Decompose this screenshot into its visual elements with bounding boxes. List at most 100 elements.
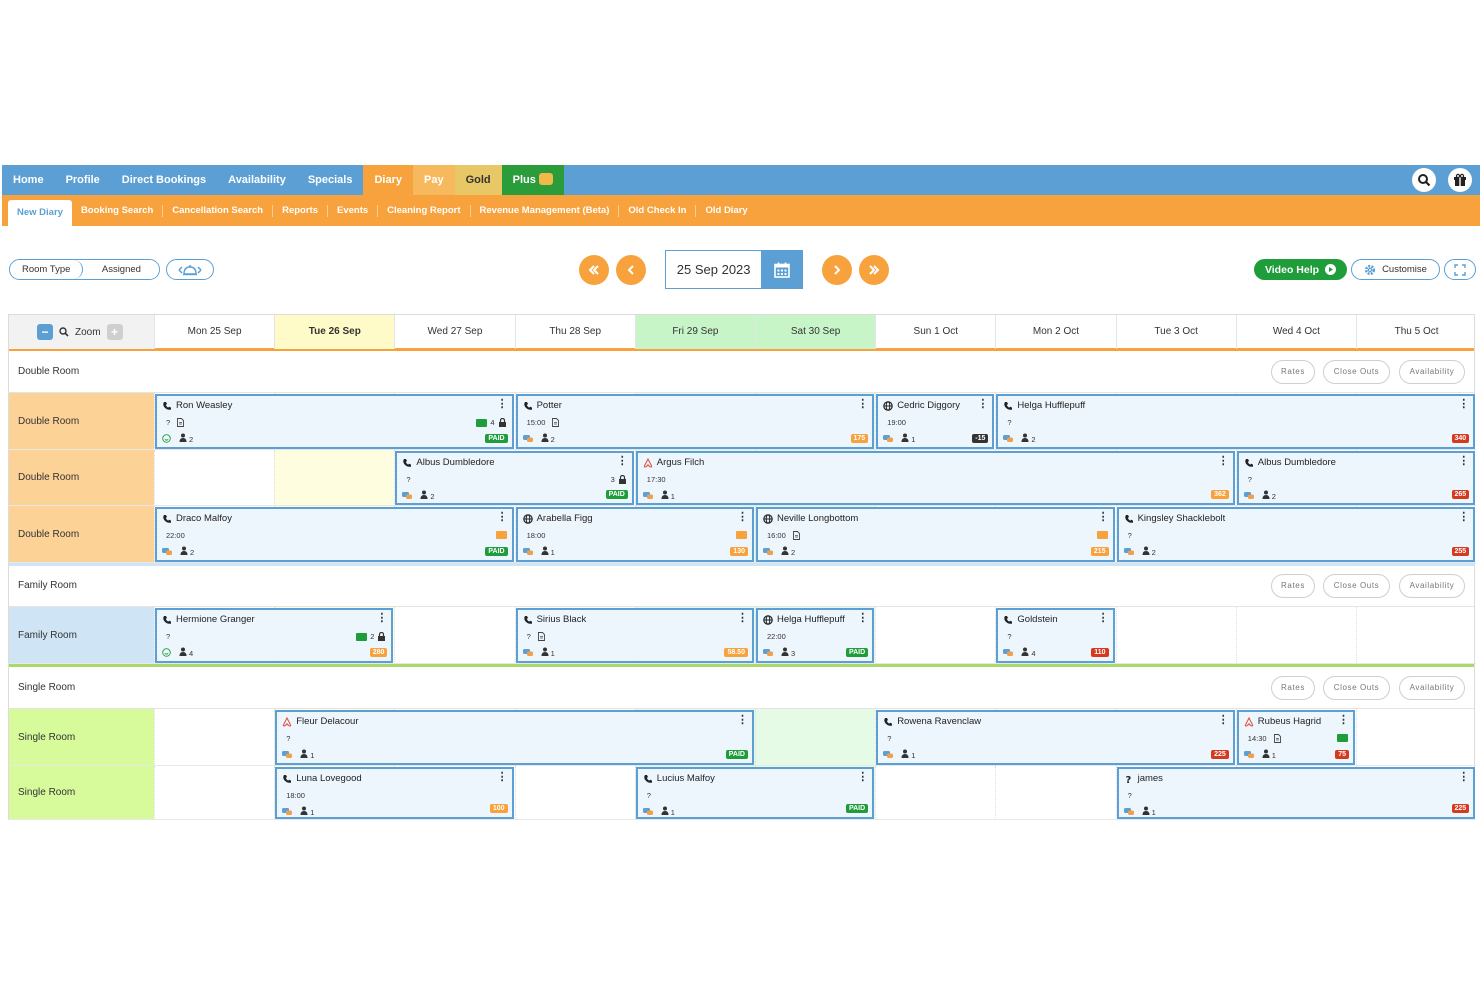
empty-day-cell[interactable] [154, 709, 275, 766]
booking-card[interactable]: Albus Dumbledore ⋮? 2 265 [1236, 451, 1476, 505]
empty-day-cell[interactable] [1356, 607, 1477, 664]
booking-card[interactable]: Potter ⋮ 15:00 2 175 [515, 394, 875, 449]
next-week-button[interactable] [859, 255, 889, 285]
prev-week-button[interactable] [579, 255, 609, 285]
empty-day-cell[interactable] [875, 766, 996, 820]
rates-button[interactable]: Rates [1271, 676, 1315, 700]
booking-menu-button[interactable]: ⋮ [857, 772, 868, 783]
gift-button[interactable] [1448, 168, 1472, 192]
booking-menu-button[interactable]: ⋮ [737, 715, 748, 726]
nav-specials[interactable]: Specials [297, 165, 364, 195]
assigned-toggle[interactable]: Assigned [83, 260, 160, 279]
booking-card[interactable]: Fleur Delacour ⋮? 1 PAID [275, 710, 754, 765]
nav-diary[interactable]: Diary [363, 165, 413, 195]
rates-button[interactable]: Rates [1271, 360, 1315, 384]
zoom-out-button[interactable]: − [37, 324, 53, 340]
booking-card[interactable]: Sirius Black ⋮? 1 58.50 [515, 608, 754, 663]
video-help-button[interactable]: Video Help [1254, 259, 1347, 280]
customise-button[interactable]: Customise [1351, 259, 1440, 280]
housekeeping-button[interactable] [166, 259, 214, 280]
close-outs-button[interactable]: Close Outs [1323, 360, 1390, 384]
booking-card[interactable]: Goldstein ⋮? 4 110 [996, 608, 1115, 663]
booking-card[interactable]: Albus Dumbledore ⋮? 2 3 PAID [395, 451, 634, 505]
booking-menu-button[interactable]: ⋮ [497, 512, 508, 523]
booking-card[interactable]: Helga Hufflepuff ⋮? 2 340 [996, 394, 1476, 449]
booking-card[interactable]: Kingsley Shacklebolt ⋮? 2 255 [1116, 507, 1476, 562]
nav-pay[interactable]: Pay [413, 165, 455, 195]
nav-home[interactable]: Home [2, 165, 55, 195]
booking-menu-button[interactable]: ⋮ [1338, 715, 1349, 726]
zoom-in-button[interactable]: + [106, 324, 123, 340]
calendar-button[interactable] [761, 251, 802, 288]
booking-card[interactable]: Hermione Granger ⋮? 4 2 280 [155, 608, 394, 663]
booking-card[interactable]: ? james ⋮? 1 225 [1116, 767, 1476, 819]
empty-day-cell[interactable] [1356, 709, 1477, 766]
empty-day-cell[interactable] [514, 766, 635, 820]
empty-day-cell[interactable] [995, 766, 1116, 820]
fullscreen-button[interactable] [1444, 259, 1476, 280]
empty-day-cell[interactable] [154, 766, 275, 820]
prev-day-button[interactable] [616, 255, 646, 285]
booking-menu-button[interactable]: ⋮ [1098, 512, 1109, 523]
booking-menu-button[interactable]: ⋮ [1458, 772, 1469, 783]
subnav-old-check-in[interactable]: Old Check In [618, 204, 695, 217]
empty-day-cell[interactable] [274, 450, 395, 506]
nav-plus[interactable]: Plus [501, 165, 564, 195]
booking-card[interactable]: Draco Malfoy ⋮ 22:00 2 PAID [155, 507, 514, 562]
booking-card[interactable]: Argus Filch ⋮ 17:30 1 362 [635, 451, 1235, 505]
close-outs-button[interactable]: Close Outs [1323, 676, 1390, 700]
booking-menu-button[interactable]: ⋮ [857, 399, 868, 410]
booking-menu-button[interactable]: ⋮ [497, 772, 508, 783]
subnav-cleaning-report[interactable]: Cleaning Report [377, 204, 469, 217]
booking-card[interactable]: Arabella Figg ⋮ 18:00 1 130 [515, 507, 754, 562]
subnav-old-diary[interactable]: Old Diary [695, 204, 756, 217]
booking-menu-button[interactable]: ⋮ [1218, 715, 1229, 726]
booking-menu-button[interactable]: ⋮ [1458, 456, 1469, 467]
subnav-events[interactable]: Events [326, 204, 377, 217]
rates-button[interactable]: Rates [1271, 574, 1315, 598]
empty-day-cell[interactable] [875, 607, 996, 664]
booking-card[interactable]: Luna Lovegood ⋮ 18:00 1 100 [275, 767, 514, 819]
subnav-new-diary[interactable]: New Diary [8, 200, 72, 226]
room-type-toggle[interactable]: Room Type [10, 260, 84, 279]
booking-menu-button[interactable]: ⋮ [1098, 613, 1109, 624]
booking-card[interactable]: Lucius Malfoy ⋮? 1 PAID [635, 767, 875, 819]
empty-day-cell[interactable] [154, 450, 275, 506]
subnav-cancellation-search[interactable]: Cancellation Search [162, 204, 272, 217]
booking-card[interactable]: Ron Weasley ⋮? 2 4 PAID [155, 394, 514, 449]
booking-menu-button[interactable]: ⋮ [737, 613, 748, 624]
nav-gold[interactable]: Gold [454, 165, 502, 195]
booking-card[interactable]: Rowena Ravenclaw ⋮? 1 225 [876, 710, 1235, 765]
date-picker[interactable]: 25 Sep 2023 [665, 250, 803, 289]
next-day-button[interactable] [822, 255, 852, 285]
nav-availability[interactable]: Availability [217, 165, 297, 195]
subnav-revenue-management[interactable]: Revenue Management (Beta) [469, 204, 619, 217]
booking-menu-button[interactable]: ⋮ [376, 613, 387, 624]
booking-menu-button[interactable]: ⋮ [617, 456, 628, 467]
booking-menu-button[interactable]: ⋮ [1458, 512, 1469, 523]
booking-card[interactable]: Cedric Diggory ⋮ 19:00 1 -15 [876, 394, 995, 449]
availability-button[interactable]: Availability [1399, 574, 1465, 598]
booking-menu-button[interactable]: ⋮ [977, 399, 988, 410]
booking-menu-button[interactable]: ⋮ [857, 613, 868, 624]
subnav-reports[interactable]: Reports [272, 204, 327, 217]
booking-menu-button[interactable]: ⋮ [737, 512, 748, 523]
empty-day-cell[interactable] [394, 607, 515, 664]
nav-direct-bookings[interactable]: Direct Bookings [111, 165, 217, 195]
availability-button[interactable]: Availability [1399, 676, 1465, 700]
booking-card[interactable]: Helga Hufflepuff ⋮ 22:00 3 PAID [756, 608, 875, 663]
booking-menu-button[interactable]: ⋮ [1218, 456, 1229, 467]
booking-card[interactable]: Neville Longbottom ⋮ 16:00 2 215 [756, 507, 1115, 562]
close-outs-button[interactable]: Close Outs [1323, 574, 1390, 598]
empty-day-cell[interactable] [1115, 607, 1236, 664]
nav-profile[interactable]: Profile [55, 165, 111, 195]
empty-day-cell[interactable] [755, 709, 876, 766]
booking-menu-button[interactable]: ⋮ [497, 399, 508, 410]
booking-menu-button[interactable]: ⋮ [1458, 399, 1469, 410]
date-input[interactable]: 25 Sep 2023 [666, 251, 761, 288]
search-button[interactable] [1412, 168, 1436, 192]
empty-day-cell[interactable] [1235, 607, 1356, 664]
subnav-booking-search[interactable]: Booking Search [72, 205, 162, 217]
availability-button[interactable]: Availability [1399, 360, 1465, 384]
booking-card[interactable]: Rubeus Hagrid ⋮ 14:30 1 75 [1236, 710, 1355, 765]
